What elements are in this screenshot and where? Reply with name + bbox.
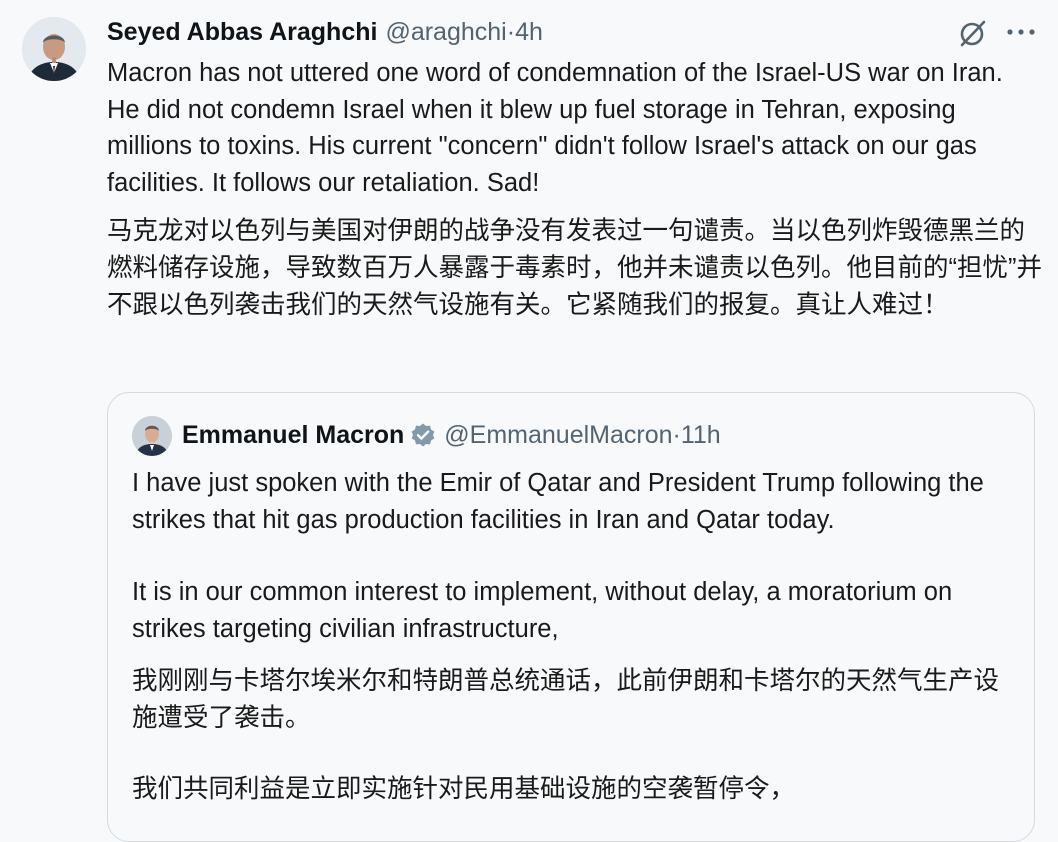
quoted-meta-separator: ·: [672, 420, 681, 449]
avatar-portrait: [22, 17, 86, 81]
quoted-text-chinese-para1: 我刚刚与卡塔尔埃米尔和特朗普总统通话，此前伊朗和卡塔尔的天然气生产设施遭受了袭击…: [132, 667, 1000, 732]
author-avatar[interactable]: [22, 17, 86, 81]
more-icon[interactable]: [1006, 18, 1036, 46]
tweet-text-chinese: 马克龙对以色列与美国对伊朗的战争没有发表过一句谴责。当以色列炸毁德黑兰的燃料储存…: [107, 217, 1042, 319]
author-display-name[interactable]: Seyed Abbas Araghchi: [107, 18, 377, 47]
quoted-tweet-header: Emmanuel Macron @EmmanuelMacron · 11h: [182, 419, 721, 451]
grok-icon[interactable]: [957, 18, 989, 48]
author-handle[interactable]: @araghchi: [385, 18, 506, 47]
quoted-avatar-portrait: [132, 416, 172, 456]
quoted-author-display-name[interactable]: Emmanuel Macron: [182, 421, 404, 450]
quoted-tweet-card[interactable]: Emmanuel Macron @EmmanuelMacron · 11h I …: [107, 392, 1035, 842]
tweet-time[interactable]: 4h: [515, 18, 543, 47]
quoted-text-english-para2: It is in our common interest to implemen…: [132, 578, 953, 643]
tweet: Seyed Abbas Araghchi @araghchi · 4h Macr…: [0, 0, 1058, 842]
quoted-author-avatar[interactable]: [132, 416, 172, 456]
quoted-tweet-time[interactable]: 11h: [681, 421, 721, 450]
verified-badge-icon: [410, 422, 436, 448]
quoted-author-handle[interactable]: @EmmanuelMacron: [444, 421, 672, 450]
tweet-text-english: Macron has not uttered one word of conde…: [107, 59, 1003, 197]
meta-separator: ·: [506, 17, 516, 46]
tweet-header: Seyed Abbas Araghchi @araghchi · 4h: [107, 16, 543, 48]
quoted-text-chinese-para2: 我们共同利益是立即实施针对民用基础设施的空袭暂停令，: [132, 775, 796, 803]
quoted-text-english-para1: I have just spoken with the Emir of Qata…: [132, 469, 984, 534]
